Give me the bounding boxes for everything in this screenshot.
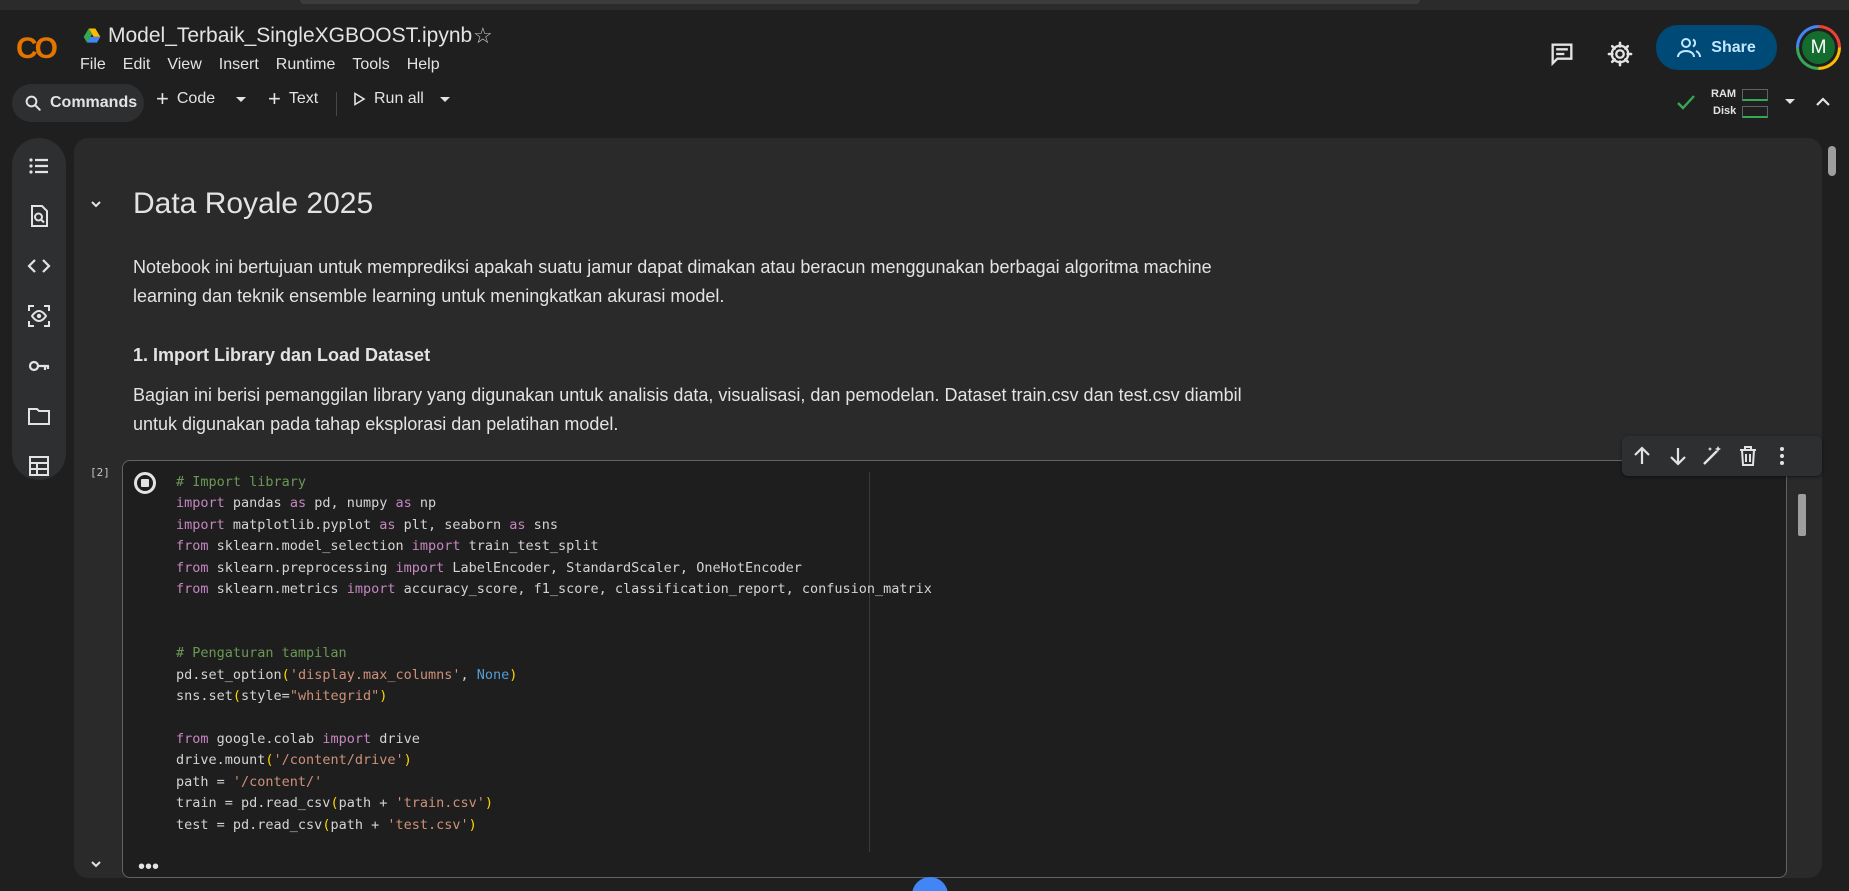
ram-bar	[1742, 89, 1768, 101]
menu-runtime[interactable]: Runtime	[276, 56, 336, 74]
text-label: Text	[288, 90, 319, 107]
share-label: Share	[1711, 38, 1756, 56]
delete-trash-icon[interactable]	[1736, 444, 1760, 468]
data-table-icon[interactable]	[27, 454, 51, 478]
code-line: sns.set(style="whitegrid")	[176, 688, 388, 705]
star-icon[interactable]: ☆	[473, 23, 493, 49]
people-icon	[1677, 37, 1702, 57]
files-folder-icon[interactable]	[27, 404, 51, 428]
code-line: drive.mount('/content/drive')	[176, 752, 412, 769]
add-code-button[interactable]: + Code	[156, 86, 216, 111]
scrollbar-thumb[interactable]	[1828, 146, 1836, 176]
run-cell-stop-icon[interactable]	[134, 472, 156, 494]
cell-scrollbar-thumb[interactable]	[1798, 494, 1806, 536]
code-editor[interactable]: # Import library import pandas as pd, num…	[176, 472, 932, 836]
table-of-contents-icon[interactable]	[27, 154, 51, 178]
code-line: from sklearn.metrics import accuracy_sco…	[176, 581, 932, 598]
logo-text: CO	[16, 32, 58, 65]
resources-dropdown-chevron-icon[interactable]	[1783, 97, 1797, 107]
ram-label: RAM	[1711, 88, 1737, 100]
ai-edit-wand-icon[interactable]	[1700, 444, 1724, 468]
share-button[interactable]: Share	[1656, 25, 1777, 70]
intro-text-line-2: learning dan teknik ensemble learning un…	[133, 286, 725, 306]
run-all-label: Run all	[374, 90, 424, 107]
code-line: from sklearn.preprocessing import LabelE…	[176, 559, 802, 576]
menu-file[interactable]: File	[80, 56, 106, 74]
avatar-letter: M	[1802, 31, 1835, 64]
notebook-title[interactable]: Model_Terbaik_SingleXGBOOST.ipynb	[108, 24, 472, 48]
section-text-line-1: Bagian ini berisi pemanggilan library ya…	[133, 385, 1242, 405]
menu-insert[interactable]: Insert	[219, 56, 259, 74]
comment-icon[interactable]	[1548, 40, 1576, 68]
left-sidebar	[12, 138, 66, 480]
notebook-scrollbar[interactable]	[1822, 138, 1842, 878]
commands-button[interactable]: Commands	[12, 84, 144, 122]
settings-gear-icon[interactable]	[1606, 40, 1634, 68]
section-text-line-2: untuk digunakan pada tahap eksplorasi da…	[133, 414, 619, 434]
plus-icon: +	[156, 86, 169, 111]
code-line: import matplotlib.pyplot as plt, seaborn…	[176, 516, 559, 533]
intro-text-line-1: Notebook ini bertujuan untuk memprediksi…	[133, 257, 1212, 277]
code-line: train = pd.read_csv(path + 'train.csv')	[176, 795, 494, 812]
avatar-ring: M	[1799, 28, 1838, 67]
show-more-dots[interactable]: •••	[138, 856, 159, 879]
disk-bar	[1742, 106, 1768, 118]
menu-bar: File Edit View Insert Runtime Tools Help	[80, 56, 457, 74]
browser-top-strip	[0, 0, 1849, 10]
execution-count: [2]	[90, 466, 110, 479]
collapse-header-chevron-up-icon[interactable]	[1815, 95, 1831, 109]
code-snippets-icon[interactable]	[27, 254, 51, 278]
code-line: path = '/content/'	[176, 773, 323, 790]
run-all-button[interactable]: Run all	[352, 90, 424, 108]
section-collapse-chevron-icon[interactable]	[88, 196, 104, 212]
more-options-icon[interactable]	[1770, 444, 1794, 468]
move-cell-up-arrow-icon[interactable]	[1630, 444, 1654, 468]
add-text-button[interactable]: + Text	[268, 86, 319, 111]
menu-view[interactable]: View	[167, 56, 201, 74]
code-line: from google.colab import drive	[176, 730, 420, 747]
search-icon	[25, 95, 41, 111]
move-cell-down-arrow-icon[interactable]	[1666, 444, 1690, 468]
code-line: # Import library	[176, 474, 307, 490]
colab-logo[interactable]: CO	[16, 32, 58, 66]
floating-action-button[interactable]	[912, 877, 948, 891]
commands-label: Commands	[50, 94, 138, 111]
code-line: import pandas as pd, numpy as np	[176, 495, 437, 512]
find-replace-icon[interactable]	[27, 204, 51, 228]
notebook-heading: Data Royale 2025	[133, 187, 374, 220]
menu-help[interactable]: Help	[407, 56, 440, 74]
disk-label: Disk	[1713, 105, 1737, 117]
code-label: Code	[176, 90, 216, 107]
output-collapse-chevron-icon[interactable]	[88, 856, 104, 872]
google-drive-icon[interactable]	[82, 26, 102, 46]
code-line: # Pengaturan tampilan	[176, 645, 347, 662]
menu-edit[interactable]: Edit	[123, 56, 151, 74]
code-line: pd.set_option('display.max_columns', Non…	[176, 666, 518, 683]
menu-tools[interactable]: Tools	[352, 56, 389, 74]
variables-icon[interactable]	[27, 304, 51, 328]
code-line: from sklearn.model_selection import trai…	[176, 538, 599, 555]
code-dropdown-chevron-icon[interactable]	[234, 95, 248, 105]
plus-icon: +	[268, 86, 281, 111]
app-header: CO Model_Terbaik_SingleXGBOOST.ipynb ☆ F…	[0, 10, 1849, 82]
toolbar-divider	[336, 92, 337, 116]
run-all-dropdown-chevron-icon[interactable]	[438, 95, 452, 105]
cell-toolbar	[1622, 436, 1822, 476]
resource-monitor[interactable]: RAM Disk	[1672, 84, 1782, 122]
section-heading: 1. Import Library dan Load Dataset	[133, 345, 431, 365]
avatar[interactable]: M	[1796, 25, 1841, 70]
play-icon	[354, 92, 366, 106]
tab-indicator	[300, 0, 1420, 4]
code-line: test = pd.read_csv(path + 'test.csv')	[176, 816, 477, 833]
notebook-toolbar: Commands + Code + Text Run all RAM Disk	[0, 82, 1849, 128]
secrets-key-icon[interactable]	[27, 354, 51, 378]
